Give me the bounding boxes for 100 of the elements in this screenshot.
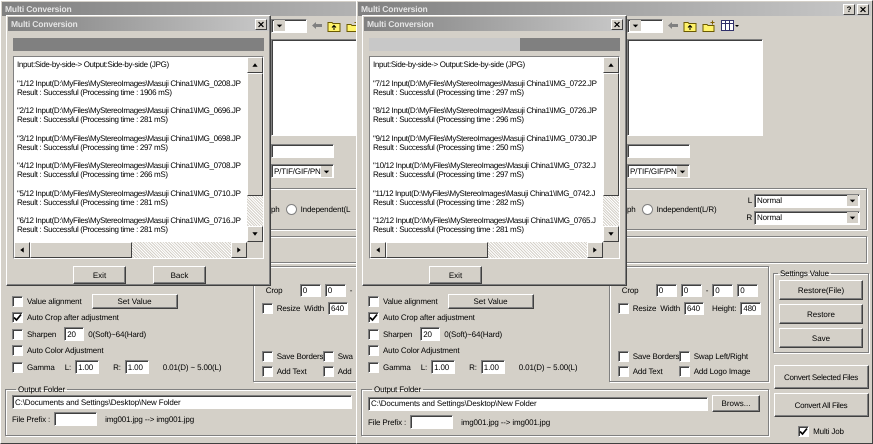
prefix-field[interactable] [410, 415, 454, 429]
scroll-thumb[interactable] [386, 242, 488, 258]
file-type-dropdown[interactable]: P/TIF/GIF/PN [627, 164, 690, 178]
crop-label: Crop [622, 286, 640, 295]
radio-button[interactable] [642, 204, 653, 214]
checkbox[interactable] [678, 350, 690, 362]
view-menu-icon[interactable] [721, 20, 739, 31]
crop-separator: - [706, 286, 708, 295]
log-line: Result : Successful (Processing time : 282 mS) [373, 198, 524, 206]
checkbox-label: Swap Left/Right [694, 352, 748, 360]
checkbox[interactable] [678, 366, 690, 376]
checkbox[interactable] [12, 362, 23, 373]
height-field[interactable]: 480 [740, 302, 762, 315]
back-arrow-icon[interactable] [668, 21, 678, 30]
help-button[interactable]: ? [843, 4, 855, 14]
dialog-button[interactable]: Exit [73, 266, 126, 284]
convert-button[interactable]: Convert All Files [774, 393, 868, 417]
file-type-dropdown[interactable]: P/TIF/GIF/PN [271, 164, 334, 178]
output-path-field[interactable]: C:\Documents and Settings\Desktop\New Folder [368, 396, 708, 410]
gamma-r-field[interactable]: 1.00 [480, 360, 505, 374]
folder-up-icon[interactable] [327, 20, 341, 32]
checkbox-label: Auto Color Adjustment [27, 346, 104, 356]
close-icon[interactable] [857, 4, 869, 14]
scroll-thumb[interactable] [30, 242, 132, 258]
crop-field[interactable]: 0 [737, 284, 758, 297]
checkbox[interactable] [262, 302, 273, 314]
crop-label: Crop [266, 286, 284, 295]
radio-label: Independent(L [300, 204, 350, 214]
checkbox[interactable] [262, 366, 273, 376]
folder-dropdown[interactable] [271, 18, 307, 32]
browse-button[interactable]: Brows... [712, 395, 760, 412]
back-arrow-icon[interactable] [312, 21, 322, 30]
sharpen-field[interactable]: 20 [420, 327, 440, 342]
mode-dropdown[interactable]: Normal [754, 210, 860, 224]
vertical-scrollbar[interactable] [247, 57, 263, 242]
log-line: Result : Successful (Processing time : 281 mS) [373, 225, 525, 234]
crop-field[interactable]: 0 [712, 284, 734, 297]
width-field[interactable]: 640 [328, 302, 348, 315]
output-path-field[interactable]: C:\Documents and Settings\Desktop\New Folder [12, 395, 352, 409]
checkbox[interactable] [262, 350, 273, 362]
prefix-field[interactable] [54, 412, 98, 426]
checkbox[interactable] [322, 366, 334, 376]
set-value-button[interactable]: Set Value [92, 294, 178, 309]
horizontal-scrollbar[interactable] [14, 242, 247, 258]
checkbox[interactable] [368, 296, 379, 307]
sharpen-field[interactable]: 20 [64, 327, 84, 342]
checkbox[interactable] [798, 426, 810, 437]
log-line: Result : Successful (Processing time : 296 mS) [373, 115, 525, 124]
file-name-field[interactable] [271, 144, 334, 158]
close-icon[interactable] [611, 18, 623, 30]
width-field[interactable]: 640 [684, 302, 704, 315]
crop-field[interactable]: 0 [324, 284, 346, 297]
checkbox[interactable] [368, 312, 379, 324]
checkbox[interactable] [322, 350, 334, 362]
gamma-l-field[interactable]: 1.00 [431, 360, 456, 374]
crop-field[interactable]: 0 [680, 284, 702, 297]
checkbox-label: Add Logo Image [694, 366, 750, 376]
dialog-button[interactable]: Exit [429, 266, 482, 284]
filename-preview: img001.jpg --> img001.jpg [105, 414, 194, 424]
horizontal-scrollbar[interactable] [370, 242, 603, 258]
set-value-button[interactable]: Set Value [448, 294, 534, 309]
checkbox[interactable] [12, 328, 23, 340]
vertical-scrollbar[interactable] [603, 57, 619, 242]
convert-button[interactable]: Convert Selected Files [774, 365, 868, 389]
settings-button[interactable]: Restore [779, 304, 863, 324]
checkbox-label: Value alignment [383, 296, 438, 306]
dialog-title: Multi Conversion [367, 19, 434, 29]
crop-field[interactable]: 0 [656, 284, 677, 297]
file-name-field[interactable] [627, 144, 690, 158]
range-label: 0(Soft)~64(Hard) [444, 330, 502, 339]
gamma-r-field[interactable]: 1.00 [124, 360, 149, 374]
checkbox-label: Auto Color Adjustment [383, 346, 460, 356]
folder-dropdown[interactable] [627, 18, 663, 32]
scroll-thumb[interactable] [247, 73, 263, 196]
log-line: "12/12 Input(D:\MyFiles\MyStereoImages\Masuji China1\IMG_0765.J [373, 216, 597, 225]
log-line: Result : Successful (Processing time : 266 mS) [17, 170, 169, 179]
radio-button[interactable] [286, 204, 297, 214]
checkbox[interactable] [12, 296, 23, 307]
checkbox[interactable] [368, 328, 379, 340]
checkbox[interactable] [368, 362, 379, 373]
folder-up-icon[interactable] [683, 20, 697, 32]
crop-field[interactable]: 0 [300, 284, 321, 297]
settings-button[interactable]: Restore(File) [779, 280, 863, 300]
new-folder-icon[interactable] [702, 20, 716, 32]
checkbox[interactable] [618, 350, 629, 362]
settings-button[interactable]: Save [779, 328, 863, 348]
checkbox[interactable] [12, 345, 23, 356]
close-icon[interactable] [255, 18, 267, 30]
checkbox[interactable] [12, 312, 23, 324]
gamma-l-field[interactable]: 1.00 [75, 360, 100, 374]
checkbox[interactable] [618, 366, 629, 376]
log-line: Result : Successful (Processing time : 281 mS) [17, 225, 169, 234]
mode-dropdown[interactable]: Normal [754, 194, 860, 208]
dialog-button[interactable]: Back [153, 266, 206, 284]
scroll-thumb[interactable] [603, 73, 619, 196]
log-line: Result : Successful (Processing time : 297 mS) [17, 142, 168, 152]
radio-label: Independent(L/R) [656, 204, 716, 214]
checkbox[interactable] [618, 302, 629, 314]
log-line: "1/12 Input(D:\MyFiles\MyStereoImages\Masuji China1\IMG_0208.JP [17, 78, 242, 88]
checkbox[interactable] [368, 345, 379, 356]
